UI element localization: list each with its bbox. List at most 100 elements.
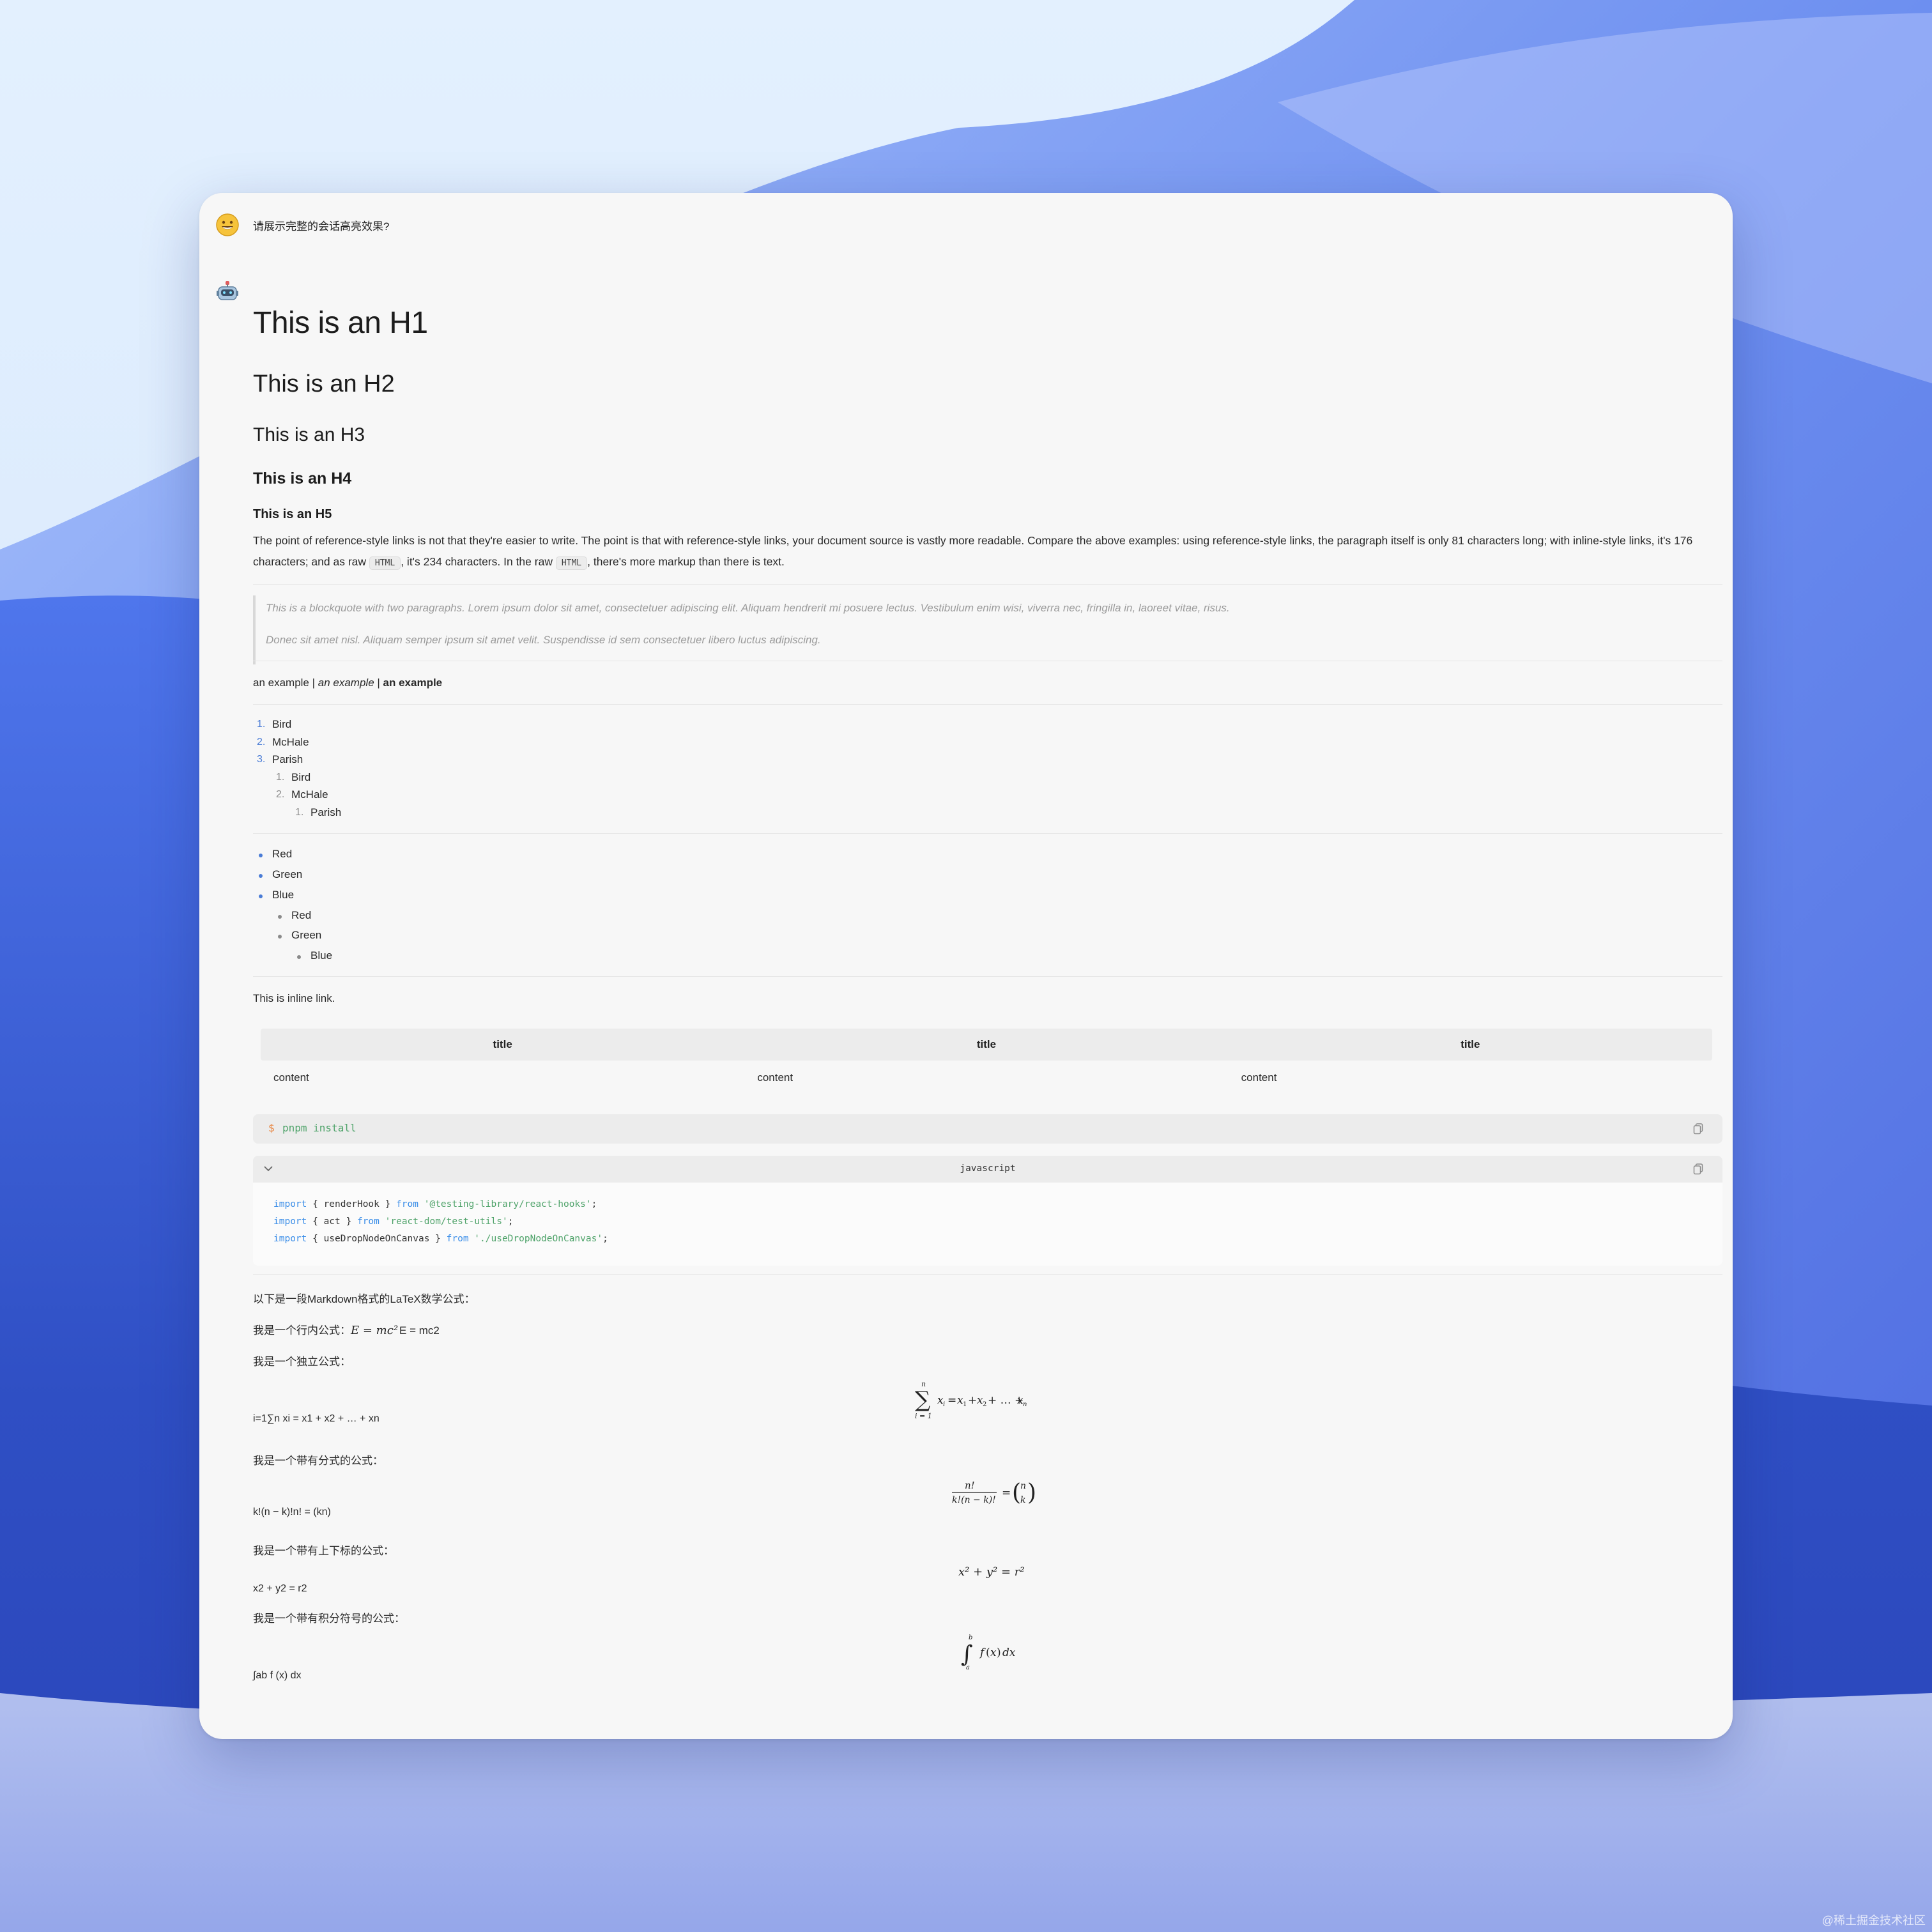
code-keyword: from xyxy=(396,1199,418,1209)
robot-icon xyxy=(215,279,240,304)
svg-text:=: = xyxy=(947,1394,956,1407)
code-string: '@testing-library/react-hooks' xyxy=(424,1199,592,1209)
code-text: { useDropNodeOnCanvas } xyxy=(307,1234,447,1244)
svg-text:a: a xyxy=(966,1664,970,1671)
list-number: 1. xyxy=(295,807,304,818)
formula-label: 我是一个带有上下标的公式： xyxy=(253,1545,394,1557)
copy-icon[interactable] xyxy=(1693,1123,1703,1135)
svg-text:): ) xyxy=(1027,1480,1036,1506)
bullet xyxy=(259,874,263,878)
formula-label: 我是一个带有积分符号的公式： xyxy=(253,1613,405,1625)
paragraph: The point of reference-style links is no… xyxy=(253,530,1722,574)
list-number: 1. xyxy=(257,719,266,730)
bullet xyxy=(259,894,263,898)
code-string: './useDropNodeOnCanvas' xyxy=(474,1234,603,1244)
separator: | xyxy=(374,677,383,689)
blockquote-paragraph: Donec sit amet nisl. Aliquam semper ipsu… xyxy=(266,634,821,646)
svg-text:k: k xyxy=(1020,1495,1025,1505)
shell-command: pnpm install xyxy=(282,1122,356,1134)
copy-icon[interactable] xyxy=(1693,1163,1703,1175)
divider xyxy=(253,704,1722,705)
code-text: ; xyxy=(602,1234,608,1244)
list-item: Parish xyxy=(272,753,303,765)
code-line: import { useDropNodeOnCanvas } from './u… xyxy=(273,1234,608,1244)
code-language-label: javascript xyxy=(960,1163,1016,1174)
list-item: Red xyxy=(291,909,312,921)
chat-window: 请展示完整的会话高亮效果? This is an H1 This is an H… xyxy=(199,193,1733,1739)
fraction-formula: n! k!(n − k)! = ( n k ) xyxy=(952,1480,1036,1506)
formula-fallback-text: k!(n − k)!n! = (kn) xyxy=(253,1506,331,1517)
list-item: McHale xyxy=(291,788,328,801)
bullet xyxy=(278,935,282,939)
table-header-cell: title xyxy=(976,1038,997,1050)
formula-fallback-text: x2 + y2 = r2 xyxy=(253,1583,307,1594)
table-cell: content xyxy=(1241,1071,1277,1084)
code-keyword: from xyxy=(356,1216,379,1227)
list-item: Bird xyxy=(291,771,311,783)
list-item: Parish xyxy=(310,806,342,818)
blockquote-paragraph: This is a blockquote with two paragraphs… xyxy=(266,602,1230,614)
divider xyxy=(253,1274,1722,1275)
inline-formula-line: 我是一个行内公式：E = mc² E = mc2 xyxy=(253,1321,440,1337)
inline-link-text[interactable]: This is inline link. xyxy=(253,992,335,1005)
latex-intro: 以下是一段Markdown格式的LaTeX数学公式： xyxy=(253,1293,475,1305)
bullet xyxy=(278,915,282,919)
integral-formula: b ∫ a f ( x ) dx xyxy=(961,1634,1016,1671)
list-item: Blue xyxy=(310,949,333,962)
table-header: title title title xyxy=(261,1029,1712,1061)
svg-text:n: n xyxy=(1020,1481,1026,1491)
heading-h2: This is an H2 xyxy=(253,371,395,397)
svg-text:b: b xyxy=(969,1634,972,1641)
code-text: { act } xyxy=(307,1216,357,1227)
watermark: @稀土掘金技术社区 xyxy=(1821,1914,1926,1927)
list-number: 1. xyxy=(276,772,285,783)
italic-text: an example xyxy=(318,677,374,689)
svg-text:dx: dx xyxy=(1002,1646,1016,1659)
separator: | xyxy=(309,677,318,689)
table-cell: content xyxy=(757,1071,793,1084)
javascript-code-block: import { renderHook } from '@testing-lib… xyxy=(253,1183,1722,1266)
divider xyxy=(253,976,1722,977)
inline-math: E = mc² xyxy=(351,1324,399,1337)
heading-h5: This is an H5 xyxy=(253,507,332,521)
paragraph-text-3: , there's more markup than there is text… xyxy=(587,555,785,568)
bold-text: an example xyxy=(383,677,443,689)
heading-h4: This is an H4 xyxy=(253,470,352,487)
list-item: Blue xyxy=(272,889,295,901)
formula-label: 我是一个带有分式的公式： xyxy=(253,1455,383,1467)
list-item: Green xyxy=(291,929,322,941)
svg-text:+: + xyxy=(968,1394,977,1407)
list-number: 2. xyxy=(276,789,285,800)
list-number: 2. xyxy=(257,737,266,747)
svg-text:f: f xyxy=(979,1646,986,1659)
emphasis-line: an example | an example | an example xyxy=(253,677,442,689)
heading-h3: This is an H3 xyxy=(253,424,365,445)
svg-text:1: 1 xyxy=(963,1401,967,1408)
summation-formula: n ∑ i = 1 x i = x 1 + x 2 + … + x n xyxy=(915,1380,1027,1420)
paragraph-text-2: , it's 234 characters. In the raw xyxy=(401,555,556,568)
bullet xyxy=(297,955,301,959)
svg-text:): ) xyxy=(997,1646,1001,1659)
formula-fallback-text: ∫ab f (x) dx xyxy=(253,1670,302,1681)
table-header-cell: title xyxy=(1460,1038,1480,1050)
divider xyxy=(253,584,1722,585)
svg-text:n: n xyxy=(1023,1401,1027,1408)
bullet xyxy=(259,854,263,857)
list-item: McHale xyxy=(272,736,309,748)
code-keyword: import xyxy=(273,1216,307,1227)
svg-text:x: x xyxy=(990,1646,997,1659)
code-string: 'react-dom/test-utils' xyxy=(385,1216,508,1227)
svg-text:2: 2 xyxy=(983,1401,986,1408)
list-number: 3. xyxy=(257,754,266,765)
svg-text:(: ( xyxy=(986,1646,990,1659)
superscript-formula: x² + y² = r² xyxy=(958,1565,1025,1579)
shell-code-block: $ pnpm install xyxy=(253,1114,1722,1144)
code-keyword: import xyxy=(273,1234,307,1244)
list-item: Bird xyxy=(272,718,292,730)
list-item: Green xyxy=(272,868,303,880)
grinning-face-icon xyxy=(215,212,240,238)
svg-text:(: ( xyxy=(1012,1480,1021,1506)
inline-code: HTML xyxy=(555,556,588,570)
svg-text:i = 1: i = 1 xyxy=(915,1412,932,1420)
formula-label: 我是一个行内公式： xyxy=(253,1324,351,1337)
